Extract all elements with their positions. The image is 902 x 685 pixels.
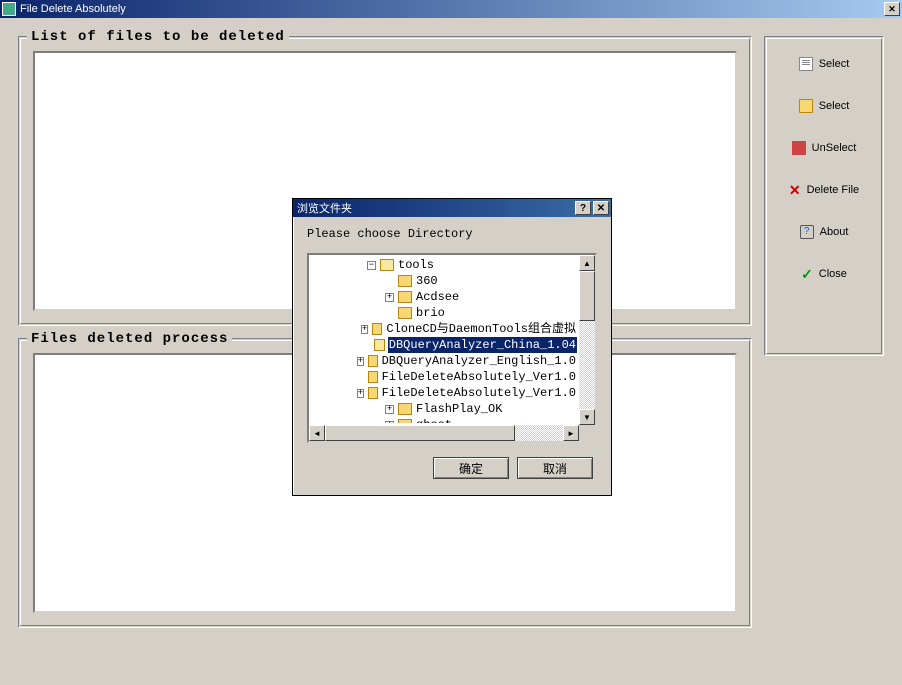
tree-item-label[interactable]: DBQueryAnalyzer_English_1.0	[381, 353, 577, 369]
select-folder-label: Select	[819, 100, 850, 112]
tree-item[interactable]: + CloneCD与DaemonTools组合虚拟	[311, 321, 577, 337]
tree-item-label[interactable]: 360	[415, 273, 439, 289]
browse-folder-dialog: 浏览文件夹 ? ✕ Please choose Directory − tools…	[292, 198, 612, 496]
tree-item-label[interactable]: ghost	[415, 417, 453, 423]
scroll-up-button[interactable]: ▲	[579, 255, 595, 271]
close-button[interactable]: ✓ Close	[801, 267, 847, 281]
dialog-titlebar[interactable]: 浏览文件夹 ? ✕	[293, 199, 611, 217]
scroll-left-button[interactable]: ◄	[309, 425, 325, 441]
tree-item-label[interactable]: Acdsee	[415, 289, 460, 305]
tree-item[interactable]: brio	[311, 305, 577, 321]
expand-icon[interactable]: +	[357, 389, 364, 398]
expand-icon[interactable]: +	[361, 325, 368, 334]
scroll-right-button[interactable]: ►	[563, 425, 579, 441]
folder-icon	[398, 307, 412, 319]
tree-item-label[interactable]: CloneCD与DaemonTools组合虚拟	[385, 321, 577, 337]
tree-item[interactable]: + FileDeleteAbsolutely_Ver1.0	[311, 385, 577, 401]
tree-spacer	[358, 373, 364, 382]
tree-item-label[interactable]: brio	[415, 305, 446, 321]
select-file-button[interactable]: Select	[799, 57, 850, 71]
folder-icon	[398, 275, 412, 287]
tree-spacer	[385, 277, 394, 286]
folder-icon	[398, 419, 412, 423]
folder-icon	[368, 371, 378, 383]
folder-icon	[368, 387, 377, 399]
tree-scrollbar-vertical[interactable]: ▲ ▼	[579, 255, 595, 425]
select-file-label: Select	[819, 58, 850, 70]
dialog-prompt: Please choose Directory	[307, 227, 597, 241]
dialog-cancel-button[interactable]: 取消	[517, 457, 593, 479]
question-icon: ?	[800, 225, 814, 239]
delete-file-label: Delete File	[807, 184, 860, 196]
x-icon: ✕	[789, 183, 801, 197]
folder-tree[interactable]: − tools360 + Acdseebrio + CloneCD与DaemonTools…	[307, 253, 597, 443]
app-icon	[2, 2, 16, 16]
tree-item-label[interactable]: FileDeleteAbsolutely_Ver1.0	[381, 385, 577, 401]
tree-scrollbar-horizontal[interactable]: ◄ ►	[309, 425, 595, 441]
tree-item[interactable]: + ghost	[311, 417, 577, 423]
delete-file-button[interactable]: ✕ Delete File	[789, 183, 859, 197]
group-title-process: Files deleted process	[27, 331, 232, 347]
tree-spacer	[364, 341, 370, 350]
unselect-icon	[792, 141, 806, 155]
tree-item-label[interactable]: DBQueryAnalyzer_China_1.04	[388, 337, 577, 353]
about-label: About	[820, 226, 849, 238]
folder-icon	[398, 291, 412, 303]
expand-icon[interactable]: +	[385, 421, 394, 424]
tree-item[interactable]: + Acdsee	[311, 289, 577, 305]
tree-item[interactable]: − tools	[311, 257, 577, 273]
tree-item[interactable]: + FlashPlay_OK	[311, 401, 577, 417]
expand-icon[interactable]: +	[385, 293, 394, 302]
expand-icon[interactable]: +	[385, 405, 394, 414]
unselect-button[interactable]: UnSelect	[792, 141, 857, 155]
window-titlebar: File Delete Absolutely ✕	[0, 0, 902, 18]
close-label: Close	[819, 268, 847, 280]
scroll-thumb-horizontal[interactable]	[325, 425, 515, 441]
tree-item-label[interactable]: FileDeleteAbsolutely_Ver1.0	[381, 369, 577, 385]
folder-icon	[398, 403, 412, 415]
group-title-list: List of files to be deleted	[27, 29, 289, 45]
scroll-down-button[interactable]: ▼	[579, 409, 595, 425]
window-title: File Delete Absolutely	[20, 3, 884, 15]
tree-item[interactable]: 360	[311, 273, 577, 289]
tree-item-label[interactable]: FlashPlay_OK	[415, 401, 503, 417]
folder-open-icon	[380, 259, 394, 271]
unselect-label: UnSelect	[812, 142, 857, 154]
select-folder-button[interactable]: Select	[799, 99, 850, 113]
folder-icon	[368, 355, 377, 367]
tree-item[interactable]: + DBQueryAnalyzer_English_1.0	[311, 353, 577, 369]
tree-item[interactable]: FileDeleteAbsolutely_Ver1.0	[311, 369, 577, 385]
window-close-button[interactable]: ✕	[884, 2, 900, 16]
dialog-ok-button[interactable]: 确定	[433, 457, 509, 479]
tree-spacer	[385, 309, 394, 318]
tree-item-label[interactable]: tools	[397, 257, 435, 273]
collapse-icon[interactable]: −	[367, 261, 376, 270]
expand-icon[interactable]: +	[357, 357, 364, 366]
check-icon: ✓	[801, 267, 813, 281]
folder-icon	[372, 323, 382, 335]
dialog-help-button[interactable]: ?	[575, 201, 591, 215]
dialog-title: 浏览文件夹	[295, 200, 573, 216]
action-panel: Select Select UnSelect ✕ Delete File ? A…	[764, 36, 884, 356]
scroll-thumb-vertical[interactable]	[579, 271, 595, 321]
folder-icon	[799, 99, 813, 113]
about-button[interactable]: ? About	[800, 225, 849, 239]
dialog-close-button[interactable]: ✕	[593, 201, 609, 215]
folder-open-icon	[374, 339, 385, 351]
tree-item[interactable]: DBQueryAnalyzer_China_1.04	[311, 337, 577, 353]
document-icon	[799, 57, 813, 71]
